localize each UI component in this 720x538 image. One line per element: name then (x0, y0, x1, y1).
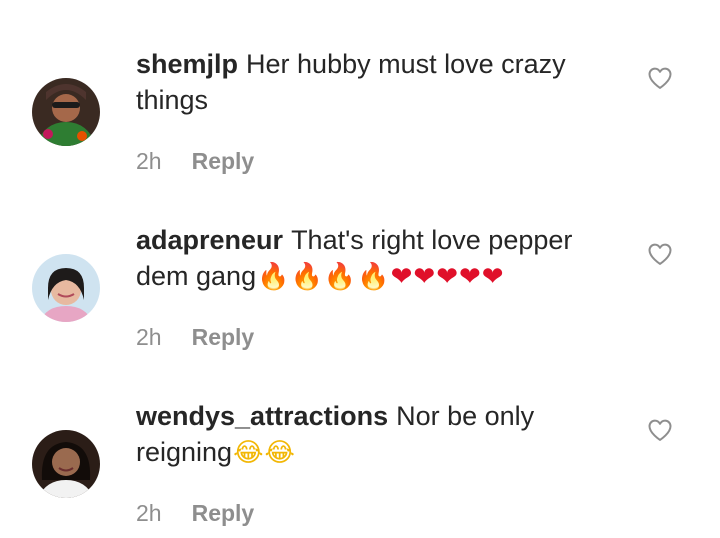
comment-username[interactable]: adapreneur (136, 225, 283, 255)
comment-item: wendys_attractions Nor be only reigning😂😂… (0, 352, 720, 528)
comment-timestamp: 2h (136, 500, 162, 526)
heart-outline-icon[interactable] (646, 240, 674, 268)
fire-emoji: 🔥 (290, 262, 323, 292)
red-heart-emoji: ❤ (413, 262, 436, 292)
red-heart-emoji: ❤ (436, 262, 458, 292)
laughing-tears-emoji: 😂 (264, 438, 295, 468)
heart-outline-icon[interactable] (646, 64, 674, 92)
comment-text: shemjlp Her hubby must love crazy things (136, 46, 606, 118)
comment-timestamp: 2h (136, 148, 162, 174)
reply-button[interactable]: Reply (192, 148, 255, 174)
avatar-image (32, 78, 100, 146)
fire-emoji: 🔥 (257, 262, 290, 292)
red-heart-emoji: ❤ (481, 262, 504, 292)
reply-button[interactable]: Reply (192, 324, 255, 350)
avatar[interactable] (32, 78, 100, 146)
comment-text: wendys_attractions Nor be only reigning😂😂 (136, 398, 606, 471)
laughing-tears-emoji: 😂 (233, 438, 264, 468)
comment-item: shemjlp Her hubby must love crazy things … (0, 0, 720, 176)
comment-meta: 2h Reply (136, 322, 254, 352)
comment-username[interactable]: wendys_attractions (136, 401, 388, 431)
avatar[interactable] (32, 254, 100, 322)
comment-item: adapreneur That's right love pepper dem g… (0, 176, 720, 352)
red-heart-emoji: ❤ (458, 262, 481, 292)
comment-meta: 2h Reply (136, 146, 254, 176)
comment-text: adapreneur That's right love pepper dem g… (136, 222, 606, 295)
avatar-image (32, 430, 100, 498)
comment-meta: 2h Reply (136, 498, 254, 528)
avatar-image (32, 254, 100, 322)
fire-emoji: 🔥 (323, 262, 357, 292)
heart-outline-icon[interactable] (646, 416, 674, 444)
reply-button[interactable]: Reply (192, 500, 255, 526)
comment-timestamp: 2h (136, 324, 162, 350)
comment-username[interactable]: shemjlp (136, 49, 238, 79)
red-heart-emoji: ❤ (390, 262, 413, 292)
fire-emoji: 🔥 (357, 262, 390, 292)
avatar[interactable] (32, 430, 100, 498)
